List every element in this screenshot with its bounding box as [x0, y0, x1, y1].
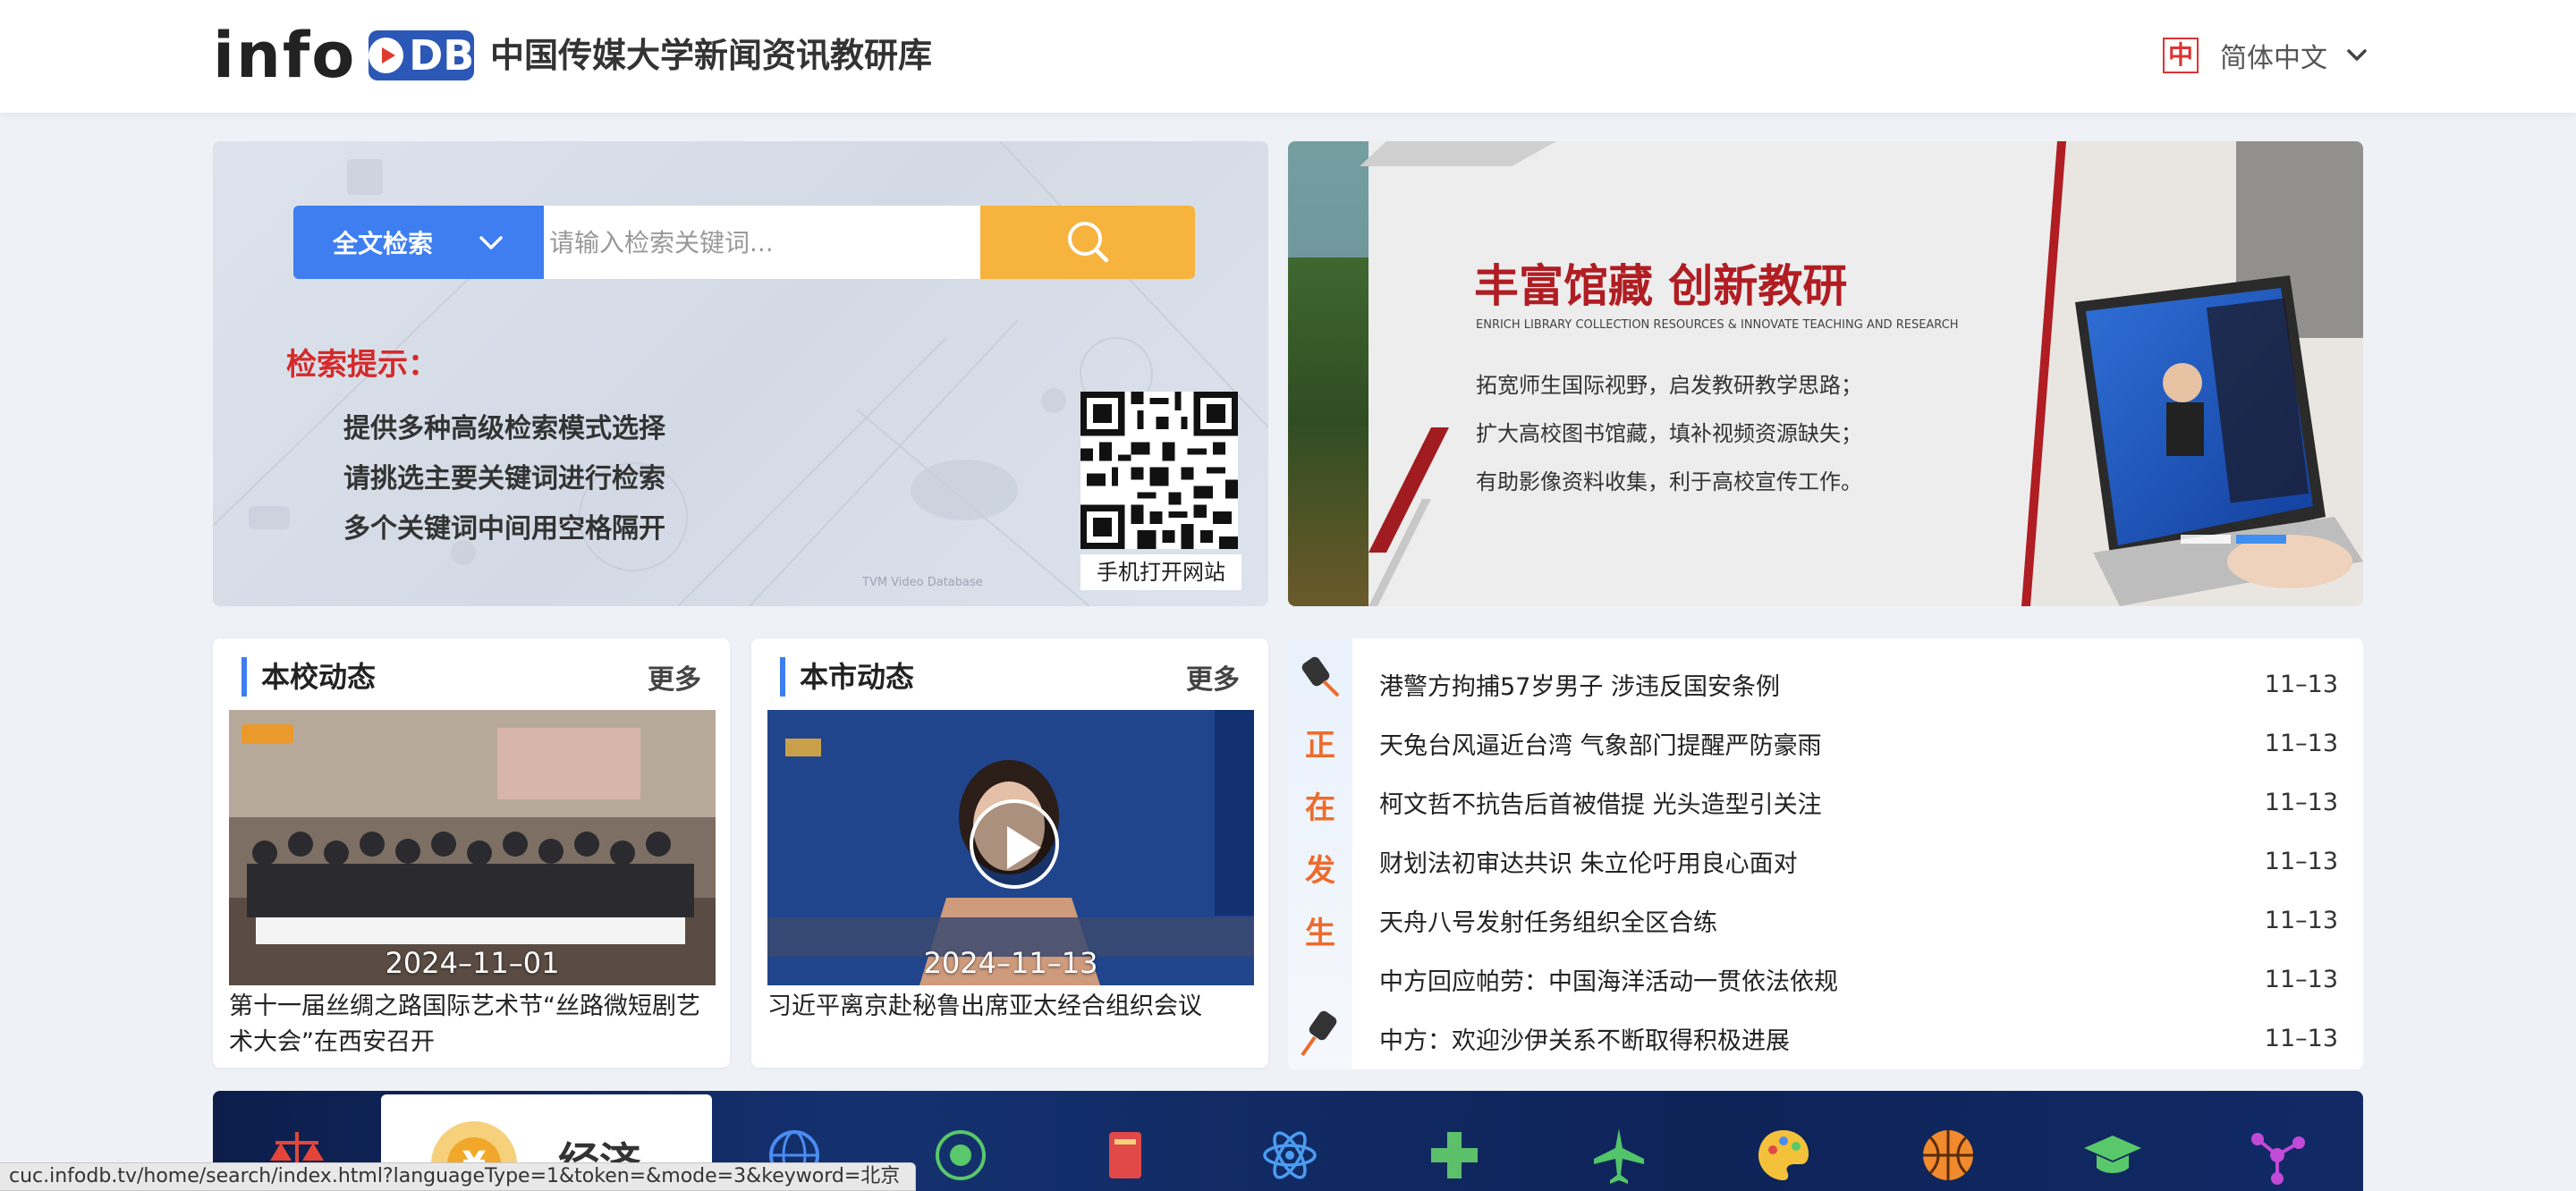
event-photo: [229, 710, 716, 985]
play-logo-icon: [369, 38, 404, 73]
logo-db-badge: DB: [369, 30, 475, 80]
infodb-logo[interactable]: info DB: [213, 19, 475, 92]
more-link[interactable]: 更多: [648, 657, 701, 697]
city-news-card: 本市动态 更多 2024–11–13 习近平离京赴秘鲁出席亚太经合组织会议: [751, 638, 1268, 1068]
happening-char: 生: [1305, 916, 1335, 951]
news-list-item[interactable]: 天兔台风逼近台湾 气象部门提醒严防豪雨 11–13: [1379, 714, 2338, 773]
search-tip: 提供多种高级检索模式选择: [343, 413, 665, 444]
browser-status-url: cuc.infodb.tv/home/search/index.html?lan…: [0, 1162, 916, 1191]
news-list-item[interactable]: 中方：欢迎沙伊关系不断取得积极进展 11–13: [1379, 1009, 2338, 1068]
microphone-icon: [1301, 656, 1340, 697]
qr-code-image: [1080, 392, 1238, 549]
play-button-icon[interactable]: [970, 799, 1059, 889]
graduation-cap-icon[interactable]: [2080, 1123, 2145, 1187]
medical-cross-icon[interactable]: [1422, 1123, 1487, 1187]
search-icon: [1068, 222, 1109, 263]
search-bar: 全文检索: [293, 206, 1195, 279]
logo-text: info: [213, 19, 357, 92]
happening-news-list: 港警方拘捕57岁男子 涉违反国安条例 11–13 天兔台风逼近台湾 气象部门提醒…: [1379, 655, 2338, 1068]
happening-char: 发: [1305, 853, 1335, 889]
palette-icon[interactable]: [1751, 1123, 1816, 1187]
chevron-down-icon: [2347, 49, 2367, 61]
news-title: 天兔台风逼近台湾 气象部门提醒严防豪雨: [1379, 731, 1822, 760]
basketball-icon[interactable]: [1916, 1123, 1980, 1187]
search-type-dropdown[interactable]: 全文检索: [293, 206, 544, 279]
qr-code-box: 手机打开网站: [1080, 392, 1241, 590]
card-header: 本校动态 更多: [242, 655, 701, 699]
news-title: 中方回应帕劳：中国海洋活动一贯依法依规: [1379, 967, 1838, 996]
news-caption[interactable]: 习近平离京赴秘鲁出席亚太经合组织会议: [767, 989, 1250, 1025]
carousel-dot-active[interactable]: [2236, 535, 2286, 544]
orbit-icon[interactable]: [928, 1123, 993, 1187]
school-news-card: 本校动态 更多 2024–11–01 第十一届丝绸之路国际艺术节“丝路微短剧艺术…: [213, 638, 730, 1068]
search-button[interactable]: [980, 206, 1195, 279]
news-date: 11–13: [2264, 906, 2338, 934]
news-list-item[interactable]: 港警方拘捕57岁男子 涉违反国安条例 11–13: [1379, 655, 2338, 714]
language-icon: 中: [2163, 38, 2199, 73]
news-date: 11–13: [2264, 965, 2338, 993]
search-type-label: 全文检索: [333, 229, 434, 258]
atom-icon[interactable]: [1258, 1123, 1322, 1187]
banner-subtitle: ENRICH LIBRARY COLLECTION RESOURCES & IN…: [1476, 318, 1959, 332]
happening-char: 正: [1305, 728, 1335, 764]
news-date: 11–13: [2264, 729, 2338, 757]
language-label: 简体中文: [2220, 43, 2327, 74]
site-title: 中国传媒大学新闻资讯教研库: [490, 36, 933, 75]
news-date: 11–13: [2264, 670, 2338, 698]
happening-now-sidebar: 正 在 发 生: [1288, 638, 1352, 1069]
search-tips-list: 提供多种高级检索模式选择 请挑选主要关键词进行检索 多个关键词中间用空格隔开: [343, 404, 665, 554]
banner-description: 拓宽师生国际视野，启发教研教学思路； 扩大高校图书馆藏，填补视频资源缺失； 有助…: [1476, 361, 1862, 506]
news-list-item[interactable]: 中方回应帕劳：中国海洋活动一贯依法依规 11–13: [1379, 950, 2338, 1009]
news-list-item[interactable]: 柯文哲不抗告后首被借提 光头造型引关注 11–13: [1379, 773, 2338, 832]
news-title: 天舟八号发射任务组织全区合练: [1379, 908, 1717, 937]
search-panel: 全文检索 检索提示： 提供多种高级检索模式选择 请挑选主要关键词进行检索 多个关…: [213, 141, 1268, 606]
news-date: 11–13: [2264, 1024, 2338, 1052]
card-header: 本市动态 更多: [780, 655, 1240, 699]
search-input[interactable]: [544, 206, 980, 279]
qr-caption: 手机打开网站: [1080, 554, 1241, 590]
school-news-image[interactable]: 2024–11–01: [229, 710, 716, 985]
banner-line: 有助影像资料收集，利于高校宣传工作。: [1476, 469, 1862, 494]
happening-now-panel: 正 在 发 生 港警方拘捕57岁男子 涉违反国安条例 11–13 天兔台风逼近台…: [1288, 638, 2363, 1069]
book-icon[interactable]: [1093, 1123, 1157, 1187]
watermark-text: TVM Video Database: [862, 576, 983, 589]
news-caption[interactable]: 第十一届丝绸之路国际艺术节“丝路微短剧艺术大会”在西安召开: [229, 989, 712, 1060]
news-title: 港警方拘捕57岁男子 涉违反国安条例: [1379, 672, 1780, 701]
chevron-down-icon: [479, 236, 503, 249]
news-date: 11–13: [2264, 788, 2338, 816]
search-tip: 多个关键词中间用空格隔开: [343, 513, 665, 545]
more-link[interactable]: 更多: [1186, 657, 1240, 697]
promo-banner[interactable]: 丰富馆藏 创新教研 ENRICH LIBRARY COLLECTION RESO…: [1288, 141, 2363, 606]
language-selector[interactable]: 中 简体中文: [2163, 36, 2370, 75]
banner-title: 丰富馆藏 创新教研: [1474, 259, 1848, 312]
banner-line: 扩大高校图书馆藏，填补视频资源缺失；: [1476, 421, 1862, 446]
news-title: 中方：欢迎沙伊关系不断取得积极进展: [1379, 1026, 1790, 1055]
carousel-dot[interactable]: [2181, 535, 2231, 544]
city-news-video[interactable]: 2024–11–13: [767, 710, 1254, 985]
news-date: 2024–11–13: [923, 946, 1098, 980]
news-list-item[interactable]: 财划法初审达共识 朱立伦吁用良心面对 11–13: [1379, 832, 2338, 891]
microphone-icon: [1301, 1010, 1337, 1057]
site-header: info DB 中国传媒大学新闻资讯教研库 中 简体中文: [0, 0, 2576, 113]
banner-line: 拓宽师生国际视野，启发教研教学思路；: [1476, 373, 1862, 398]
happening-char: 在: [1305, 790, 1335, 826]
news-title: 财划法初审达共识 朱立伦吁用良心面对: [1379, 849, 1798, 878]
news-list-item[interactable]: 天舟八号发射任务组织全区合练 11–13: [1379, 891, 2338, 950]
news-date: 11–13: [2264, 847, 2338, 875]
news-date: 2024–11–01: [385, 946, 560, 980]
logo-badge-text: DB: [409, 31, 475, 80]
card-title: 本市动态: [780, 657, 914, 697]
search-tip: 请挑选主要关键词进行检索: [343, 463, 665, 494]
search-tips-title: 检索提示：: [286, 347, 438, 383]
card-title: 本校动态: [242, 657, 376, 697]
carousel-indicators: [2181, 535, 2292, 544]
airplane-icon[interactable]: [1587, 1123, 1651, 1187]
network-icon[interactable]: [2245, 1123, 2309, 1187]
news-title: 柯文哲不抗告后首被借提 光头造型引关注: [1379, 790, 1822, 819]
